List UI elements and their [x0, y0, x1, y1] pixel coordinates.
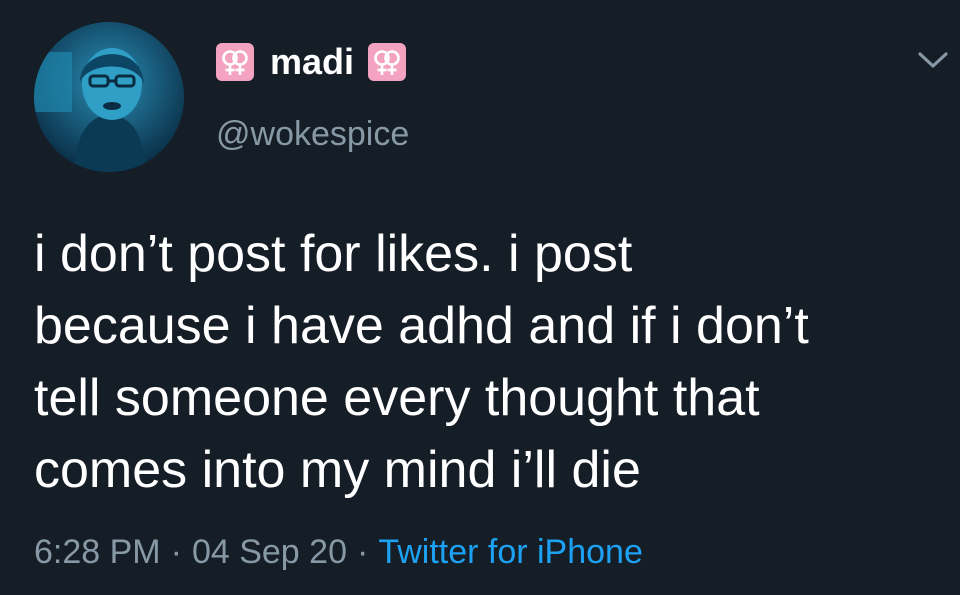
avatar[interactable]: [34, 22, 184, 172]
tweet-text-line: tell someone every thought that: [34, 369, 760, 427]
tweet-text: i don’t post for likes. i post because i…: [34, 218, 934, 506]
tweet-card: madi @wokespice i don’t post for likes. …: [0, 0, 960, 595]
author-name-row[interactable]: madi: [216, 40, 407, 84]
meta-separator: ·: [356, 533, 369, 571]
double-venus-icon: [216, 43, 254, 81]
tweet-date[interactable]: 04 Sep 20: [192, 533, 347, 571]
author-handle[interactable]: @wokespice: [216, 112, 409, 156]
tweet-source-link[interactable]: Twitter for iPhone: [378, 533, 643, 571]
tweet-text-line: because i have adhd and if i don’t: [34, 297, 809, 355]
tweet-text-line: i don’t post for likes. i post: [34, 225, 633, 283]
meta-separator: ·: [170, 533, 182, 571]
chevron-down-icon[interactable]: [916, 48, 950, 72]
double-venus-icon: [368, 43, 407, 81]
avatar-image: [34, 22, 184, 172]
tweet-time[interactable]: 6:28 PM: [34, 533, 161, 571]
tweet-meta: 6:28 PM · 04 Sep 20 · Twitter for iPhone: [34, 530, 643, 574]
author-display-name[interactable]: madi: [270, 40, 354, 84]
tweet-text-line: comes into my mind i’ll die: [34, 441, 641, 499]
